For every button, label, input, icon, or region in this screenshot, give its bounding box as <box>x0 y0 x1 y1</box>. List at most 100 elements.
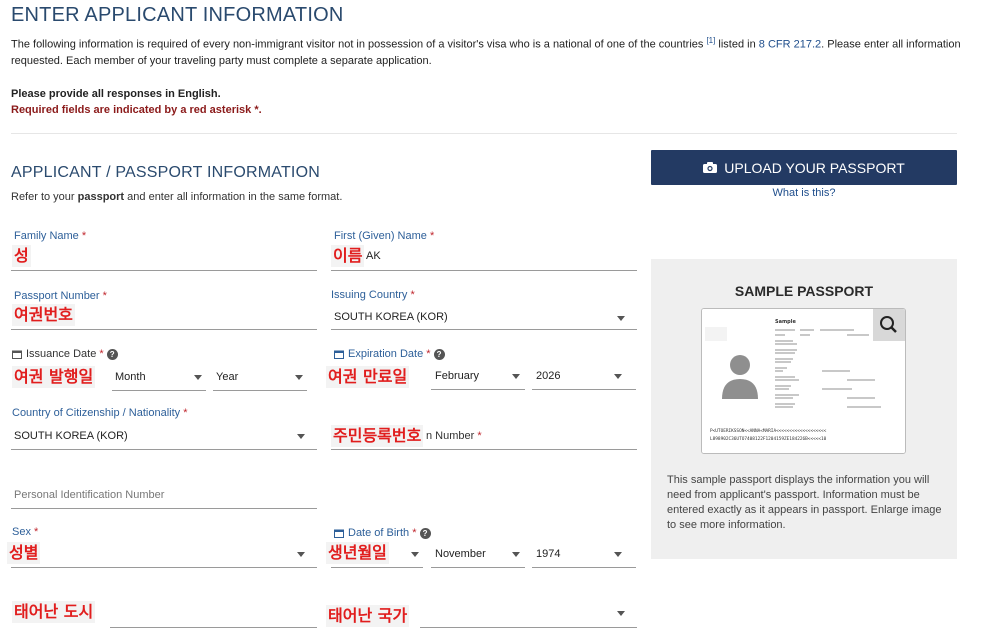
citizenship-value: SOUTH KOREA (KOR) <box>14 430 128 442</box>
chevron-down-icon <box>512 374 520 379</box>
national-id-label: n Number * <box>426 430 482 442</box>
passport-number-label-text: Passport Number <box>14 290 100 302</box>
sex-underline <box>11 567 317 568</box>
passport-number-underline <box>11 329 317 330</box>
required-notice: Required fields are indicated by a red a… <box>11 104 262 116</box>
birth-country-underline <box>420 627 637 628</box>
citizenship-label: Country of Citizenship / Nationality * <box>12 407 187 419</box>
family-name-label: Family Name * <box>14 230 86 242</box>
passport-number-label: Passport Number * <box>14 290 107 302</box>
required-star: * <box>81 230 87 242</box>
dob-overlay: 생년월일 <box>326 542 389 564</box>
passport-number-overlay: 여권번호 <box>12 304 75 326</box>
expiration-month-value: February <box>435 370 480 382</box>
sex-label-text: Sex <box>12 526 31 538</box>
expiration-month-underline <box>431 389 525 390</box>
chevron-down-icon <box>194 375 202 380</box>
first-name-value: AK <box>366 250 381 262</box>
chevron-down-icon <box>512 552 520 557</box>
issuing-country-underline <box>331 329 637 330</box>
intro-text: The following information is required of… <box>11 33 961 69</box>
chevron-down-icon <box>617 316 625 321</box>
help-icon[interactable]: ? <box>433 348 445 360</box>
birth-city-underline <box>110 627 317 628</box>
chevron-down-icon <box>614 374 622 379</box>
english-notice: Please provide all responses in English. <box>11 88 221 100</box>
required-star: * <box>429 230 435 242</box>
passport-mrz-line1: P<UTOERIKSSON<<ANNA<MARIA<<<<<<<<<<<<<<<… <box>710 428 827 434</box>
sample-passport-description: This sample passport displays the inform… <box>667 474 942 531</box>
sample-passport-title: SAMPLE PASSPORT <box>734 283 874 299</box>
dob-year-value: 1974 <box>536 548 561 560</box>
help-icon[interactable]: ? <box>419 527 431 539</box>
first-name-underline <box>331 270 637 271</box>
chevron-down-icon <box>297 434 305 439</box>
required-star: * <box>426 348 431 360</box>
refer-text: Refer to your passport and enter all inf… <box>11 191 342 203</box>
dob-label: Date of Birth * ? <box>334 527 431 539</box>
required-star: * <box>99 348 104 360</box>
citizenship-underline <box>11 449 317 450</box>
camera-icon <box>703 162 718 173</box>
citizenship-label-text: Country of Citizenship / Nationality <box>12 407 181 419</box>
first-name-label-text: First (Given) Name <box>334 230 427 242</box>
cfr-link[interactable]: 8 CFR 217.2 <box>759 39 821 51</box>
issuing-country-value: SOUTH KOREA (KOR) <box>334 311 448 323</box>
expiration-date-overlay: 여권 만료일 <box>326 366 410 388</box>
chevron-down-icon <box>617 611 625 616</box>
expiration-year-underline <box>532 389 636 390</box>
family-name-label-text: Family Name <box>14 230 79 242</box>
required-star: * <box>102 290 107 302</box>
chevron-down-icon <box>411 552 419 557</box>
personal-id-placeholder: Personal Identification Number <box>14 489 165 501</box>
calendar-icon <box>12 350 22 359</box>
refer-part1: Refer to your <box>11 191 78 203</box>
dob-day-underline <box>331 567 423 568</box>
birth-country-overlay: 태어난 국가 <box>326 605 410 627</box>
sex-select[interactable] <box>11 541 317 567</box>
personal-id-underline <box>11 508 317 509</box>
dob-month-underline <box>431 567 525 568</box>
refer-bold: passport <box>77 191 125 203</box>
birth-city-overlay: 태어난 도시 <box>12 601 96 623</box>
expiration-year-value: 2026 <box>536 370 561 382</box>
family-name-input[interactable] <box>11 244 317 270</box>
issuance-month-value: Month <box>115 371 146 383</box>
dob-label-text: Date of Birth <box>348 527 410 539</box>
required-star: * <box>183 407 188 419</box>
expiration-date-label-text: Expiration Date <box>348 348 424 360</box>
issuance-year-underline <box>213 390 307 391</box>
intro-part1: The following information is required of… <box>11 38 707 51</box>
dob-month-value: November <box>435 548 486 560</box>
issuing-country-label-text: Issuing Country <box>331 289 408 301</box>
what-is-this-link[interactable]: What is this? <box>651 187 957 199</box>
first-name-label: First (Given) Name * <box>334 230 434 242</box>
passport-illustration: Sample P<UTOERIKSSON<<ANNA<MARIA<<<<<<<<… <box>702 309 905 453</box>
issuance-date-label-text: Issuance Date <box>26 348 97 360</box>
calendar-icon <box>334 350 344 359</box>
section-title: APPLICANT / PASSPORT INFORMATION <box>11 164 320 181</box>
calendar-icon <box>334 529 344 538</box>
sample-passport-image[interactable]: Sample P<UTOERIKSSON<<ANNA<MARIA<<<<<<<<… <box>701 308 906 454</box>
required-star: * <box>412 527 417 539</box>
chevron-down-icon <box>614 552 622 557</box>
national-id-overlay: 주민등록번호 <box>331 425 424 447</box>
first-name-overlay: 이름 <box>331 245 365 267</box>
upload-button-label: UPLOAD YOUR PASSPORT <box>724 159 905 176</box>
issuance-date-label: Issuance Date * ? <box>12 348 118 360</box>
page-title: ENTER APPLICANT INFORMATION <box>11 4 344 26</box>
issuance-date-overlay: 여권 발행일 <box>12 366 96 388</box>
issuing-country-label: Issuing Country * <box>331 289 415 301</box>
upload-passport-button[interactable]: UPLOAD YOUR PASSPORT <box>651 150 957 185</box>
issuance-year-value: Year <box>216 371 239 383</box>
chevron-down-icon <box>295 375 303 380</box>
help-icon[interactable]: ? <box>106 348 118 360</box>
national-id-underline <box>331 449 637 450</box>
required-star: * <box>410 289 415 301</box>
family-name-underline <box>11 270 317 271</box>
family-name-overlay: 성 <box>12 245 31 267</box>
passport-mrz-line2: L898902C36UTO7408122F1204159ZE184226B<<<… <box>710 436 827 442</box>
required-star: * <box>477 430 482 442</box>
divider <box>11 133 957 134</box>
chevron-down-icon <box>297 552 305 557</box>
